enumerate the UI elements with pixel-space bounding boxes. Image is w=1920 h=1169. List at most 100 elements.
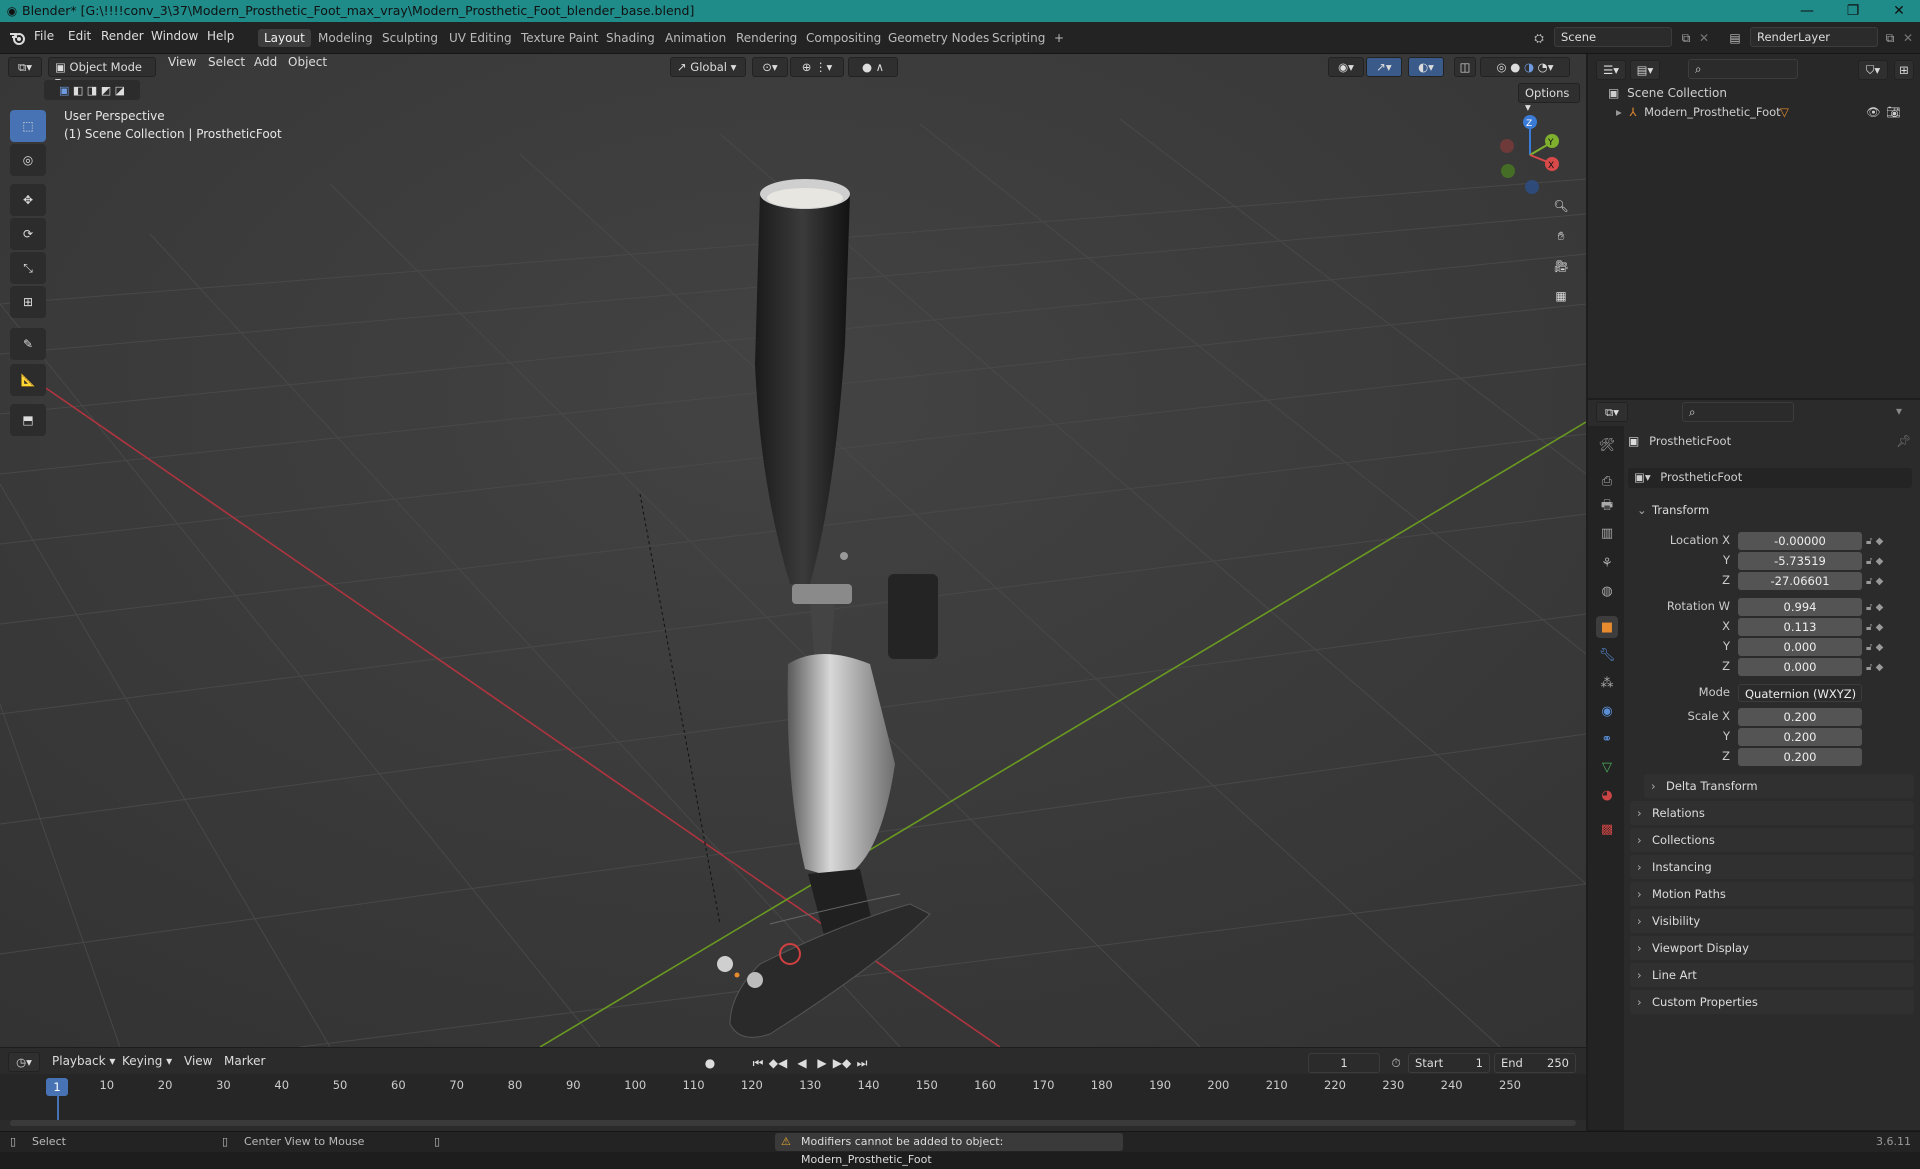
timeline-scrollbar[interactable] <box>10 1120 1576 1126</box>
properties-search-input[interactable]: ⌕ <box>1682 402 1794 422</box>
tab-layout[interactable]: Layout <box>258 29 311 47</box>
viewport-menu-select[interactable]: Select <box>208 55 245 69</box>
navigation-gizmo[interactable]: Z Y X <box>1490 110 1580 200</box>
lock-icon[interactable]: 🔓︎ ◆ <box>1866 552 1916 572</box>
new-scene-icon[interactable]: ⧉ <box>1676 28 1696 48</box>
playhead-frame-indicator[interactable]: 1 <box>46 1078 68 1096</box>
viewport-menu-object[interactable]: Object <box>288 55 327 69</box>
output-tab-icon[interactable]: 🖶︎ <box>1596 496 1618 518</box>
options-dropdown[interactable]: Options ▾ <box>1518 83 1580 114</box>
camera-render-icon[interactable]: 📷︎ <box>1886 105 1901 119</box>
scale-tool[interactable]: ⤡ <box>10 252 46 284</box>
rotation-x-field[interactable]: 0.113 <box>1738 618 1862 636</box>
outliner-object-row[interactable]: ▸ ⅄ Modern_Prosthetic_Foot ▽ 👁︎ 📷︎ <box>1616 105 1916 125</box>
menu-file[interactable]: File <box>34 29 54 43</box>
world-tab-icon[interactable]: ◍ <box>1596 580 1618 602</box>
scale-z-field[interactable]: 0.200 <box>1738 748 1862 766</box>
instancing-panel-header[interactable]: › Instancing <box>1630 855 1914 879</box>
shading-mode-buttons[interactable]: ◎ ● ◑ ◔ ▾ <box>1480 57 1570 77</box>
view-layer-tab-icon[interactable]: ▥ <box>1596 522 1618 544</box>
annotate-tool[interactable]: ✎ <box>10 328 46 360</box>
rotate-tool[interactable]: ⟳ <box>10 218 46 250</box>
add-cube-tool[interactable]: ⬒ <box>10 404 46 436</box>
delta-transform-header[interactable]: › Delta Transform <box>1644 774 1914 798</box>
tab-geometry-nodes[interactable]: Geometry Nodes <box>882 29 995 47</box>
rotation-z-field[interactable]: 0.000 <box>1738 658 1862 676</box>
lock-icon[interactable]: 🔓︎ ◆ <box>1866 618 1916 638</box>
tab-animation[interactable]: Animation <box>659 29 732 47</box>
properties-options-chevron-icon[interactable]: ▾ <box>1896 404 1902 418</box>
constraints-tab-icon[interactable]: ⚭ <box>1596 728 1618 750</box>
visibility-button[interactable]: ◉▾ <box>1328 57 1364 77</box>
new-view-layer-icon[interactable]: ⧉ <box>1880 28 1900 48</box>
location-z-field[interactable]: -27.06601 <box>1738 572 1862 590</box>
3d-viewport[interactable]: ⧉▾ ▣ Object Mode ▾ View Select Add Objec… <box>0 54 1586 1047</box>
select-mode-buttons[interactable]: ▣ ◧ ◨ ◩ ◪ <box>44 80 140 100</box>
outliner-display-mode[interactable]: ▤▾ <box>1630 60 1660 80</box>
pin-icon[interactable]: 📌︎ <box>1896 434 1911 448</box>
transform-orientation-dropdown[interactable]: ↗ Global ▾ <box>670 57 746 77</box>
collections-panel-header[interactable]: › Collections <box>1630 828 1914 852</box>
menu-window[interactable]: Window <box>151 29 198 43</box>
scene-field[interactable]: Scene <box>1554 27 1672 47</box>
snap-button[interactable]: ⊕ ⋮▾ <box>790 57 844 77</box>
mode-dropdown[interactable]: ▣ Object Mode ▾ <box>48 57 156 88</box>
line-art-panel-header[interactable]: › Line Art <box>1630 963 1914 987</box>
lock-icon[interactable]: 🔓︎ ◆ <box>1866 572 1916 592</box>
scene-selector-icon[interactable]: ⛭ <box>1525 28 1553 48</box>
pan-button[interactable]: ✋︎ <box>1547 222 1575 250</box>
minimize-icon[interactable]: — <box>1784 0 1830 22</box>
motion-paths-panel-header[interactable]: › Motion Paths <box>1630 882 1914 906</box>
lock-icon[interactable]: 🔓︎ ◆ <box>1866 658 1916 678</box>
texture-tab-icon[interactable]: ▩ <box>1596 818 1618 840</box>
view-layer-field[interactable]: RenderLayer <box>1750 27 1878 47</box>
rotation-y-field[interactable]: 0.000 <box>1738 638 1862 656</box>
tab-uv-editing[interactable]: UV Editing <box>443 29 518 47</box>
ortho-toggle-button[interactable]: ▦ <box>1547 282 1575 310</box>
outliner-search-input[interactable]: ⌕ <box>1688 59 1798 79</box>
tab-texture-paint[interactable]: Texture Paint <box>515 29 604 47</box>
menu-render[interactable]: Render <box>101 29 144 43</box>
transform-tool[interactable]: ⊞ <box>10 286 46 318</box>
tab-shading[interactable]: Shading <box>600 29 661 47</box>
particles-tab-icon[interactable]: ⁂ <box>1596 672 1618 694</box>
pivot-point-button[interactable]: ⊙▾ <box>752 57 788 77</box>
cursor-tool[interactable]: ◎ <box>10 144 46 176</box>
rotation-w-field[interactable]: 0.994 <box>1738 598 1862 616</box>
delete-view-layer-icon[interactable]: ✕ <box>1901 28 1915 48</box>
visibility-panel-header[interactable]: › Visibility <box>1630 909 1914 933</box>
tab-modeling[interactable]: Modeling <box>312 29 379 47</box>
modifier-tab-icon[interactable]: 🔧︎ <box>1596 644 1618 666</box>
proportional-edit-button[interactable]: ● ∧ <box>848 57 898 77</box>
outliner-editor-type[interactable]: ☰▾ <box>1596 60 1626 80</box>
object-datablock-field[interactable]: ▣▾ ProstheticFoot <box>1628 468 1912 488</box>
camera-view-button[interactable]: 🎥︎ <box>1547 252 1575 280</box>
new-collection-button[interactable]: ⊞ <box>1894 60 1914 80</box>
lock-icon[interactable]: 🔓︎ ◆ <box>1866 638 1916 658</box>
outliner-filter-button[interactable]: ⛉▾ <box>1858 60 1888 80</box>
maximize-icon[interactable]: ❐ <box>1830 0 1876 22</box>
select-box-tool[interactable]: ⬚ <box>10 110 46 142</box>
zoom-button[interactable]: 🔍︎ <box>1547 192 1575 220</box>
tool-tab-icon[interactable]: 🛠︎ <box>1596 434 1618 456</box>
add-workspace-button[interactable]: + <box>1048 29 1070 47</box>
tab-compositing[interactable]: Compositing <box>800 29 887 47</box>
lock-icon[interactable]: 🔓︎ ◆ <box>1866 532 1916 552</box>
blender-menu-icon[interactable] <box>8 29 26 47</box>
location-y-field[interactable]: -5.73519 <box>1738 552 1862 570</box>
tab-sculpting[interactable]: Sculpting <box>376 29 444 47</box>
relations-panel-header[interactable]: › Relations <box>1630 801 1914 825</box>
view-layer-icon[interactable]: ▤ <box>1722 28 1748 48</box>
outliner-scene-collection[interactable]: ▣ Scene Collection <box>1608 86 1908 104</box>
delete-scene-icon[interactable]: ✕ <box>1697 28 1711 48</box>
scale-y-field[interactable]: 0.200 <box>1738 728 1862 746</box>
properties-editor-type[interactable]: ⧉▾ <box>1596 402 1628 422</box>
editor-type-button[interactable]: ⧉▾ <box>8 57 42 77</box>
prosthetic-foot-model[interactable] <box>620 164 960 1047</box>
rotation-mode-dropdown[interactable]: Quaternion (WXYZ) ▾ <box>1738 684 1862 719</box>
viewport-menu-view[interactable]: View <box>168 55 196 69</box>
move-tool[interactable]: ✥ <box>10 184 46 216</box>
measure-tool[interactable]: 📐 <box>10 364 46 396</box>
gizmo-toggle-button[interactable]: ↗▾ <box>1366 57 1402 77</box>
custom-properties-panel-header[interactable]: › Custom Properties <box>1630 990 1914 1014</box>
